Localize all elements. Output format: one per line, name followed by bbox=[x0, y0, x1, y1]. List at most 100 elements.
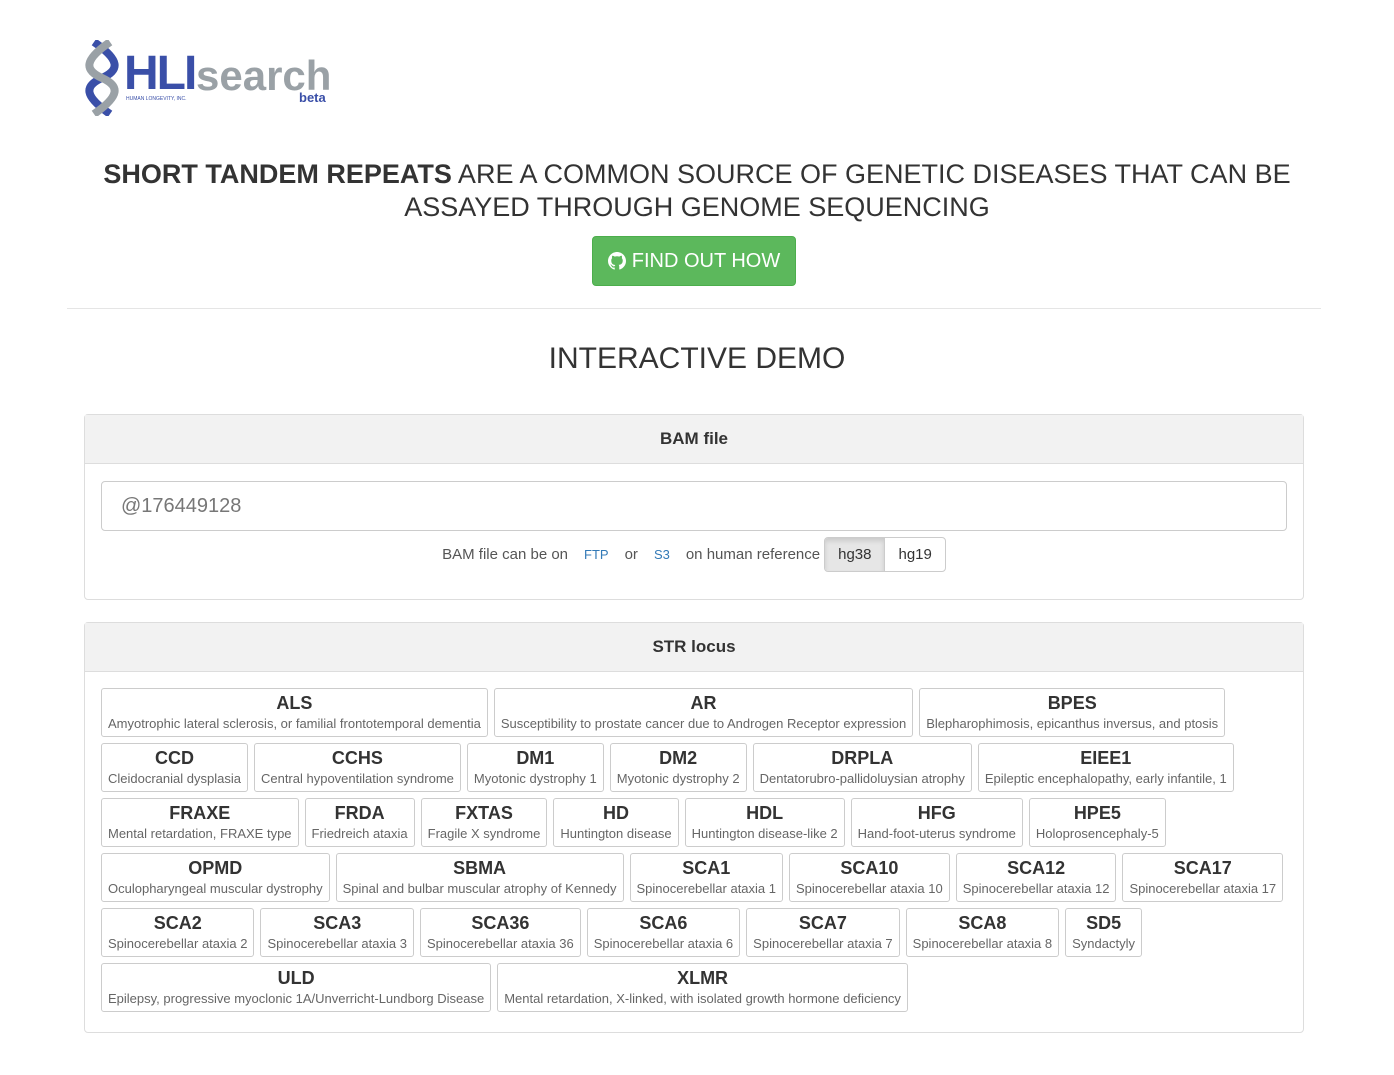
locus-button-sd5[interactable]: SD5 Syndactyly bbox=[1065, 908, 1143, 957]
bam-hint-suffix: on human reference bbox=[685, 546, 821, 563]
locus-description: Spinal and bulbar muscular atrophy of Ke… bbox=[342, 881, 617, 896]
locus-button-sbma[interactable]: SBMA Spinal and bulbar muscular atrophy o… bbox=[335, 853, 624, 902]
str-panel-title: STR locus bbox=[85, 623, 1303, 672]
interactive-demo-title: INTERACTIVE DEMO bbox=[548, 342, 846, 375]
locus-button-sca1[interactable]: SCA1 Spinocerebellar ataxia 1 bbox=[629, 853, 783, 902]
locus-name: DM1 bbox=[516, 748, 555, 768]
find-out-how-button[interactable]: FIND OUT HOW bbox=[592, 236, 796, 286]
locus-name: SBMA bbox=[453, 858, 507, 878]
locus-button-fxtas[interactable]: FXTAS Fragile X syndrome bbox=[420, 798, 548, 847]
locus-name: CCHS bbox=[331, 748, 383, 768]
locus-button-sca7[interactable]: SCA7 Spinocerebellar ataxia 7 bbox=[746, 908, 900, 957]
locus-button-dm2[interactable]: DM2 Myotonic dystrophy 2 bbox=[609, 743, 747, 792]
locus-button-bpes[interactable]: BPES Blepharophimosis, epicanthus inversu… bbox=[919, 688, 1226, 737]
locus-description: Epileptic encephalopathy, early infantil… bbox=[984, 771, 1227, 786]
locus-description: Dentatorubro-pallidoluysian atrophy bbox=[759, 771, 965, 786]
locus-button-dm1[interactable]: DM1 Myotonic dystrophy 1 bbox=[466, 743, 604, 792]
locus-name: SCA36 bbox=[471, 913, 530, 933]
locus-button-hfg[interactable]: HFG Hand-foot-uterus syndrome bbox=[850, 798, 1023, 847]
locus-button-fraxe[interactable]: FRAXE Mental retardation, FRAXE type bbox=[101, 798, 299, 847]
locus-button-frda[interactable]: FRDA Friedreich ataxia bbox=[304, 798, 415, 847]
locus-name: HDL bbox=[746, 803, 784, 823]
locus-description: Myotonic dystrophy 1 bbox=[473, 771, 597, 786]
locus-name: XLMR bbox=[677, 968, 729, 988]
reference-toggle: hg38 hg19 bbox=[824, 537, 946, 572]
locus-description: Blepharophimosis, epicanthus inversus, a… bbox=[926, 716, 1219, 731]
locus-button-sca12[interactable]: SCA12 Spinocerebellar ataxia 12 bbox=[955, 853, 1117, 902]
locus-button-hpe5[interactable]: HPE5 Holoprosencephaly-5 bbox=[1028, 798, 1166, 847]
locus-button-sca10[interactable]: SCA10 Spinocerebellar ataxia 10 bbox=[789, 853, 950, 902]
ref-hg38-button[interactable]: hg38 bbox=[825, 538, 886, 571]
locus-description: Epilepsy, progressive myoclonic 1A/Unver… bbox=[108, 991, 485, 1006]
locus-button-xlmr[interactable]: XLMR Mental retardation, X-linked, with i… bbox=[497, 963, 908, 1012]
locus-button-opmd[interactable]: OPMD Oculopharyngeal muscular dystrophy bbox=[101, 853, 330, 902]
headline: SHORT TANDEM REPEATS ARE A COMMON SOURCE… bbox=[100, 158, 1294, 224]
logo-text-main: HLI bbox=[124, 47, 197, 100]
locus-description: Mental retardation, X-linked, with isola… bbox=[504, 991, 901, 1006]
locus-name: SCA8 bbox=[958, 913, 1007, 933]
locus-name: HPE5 bbox=[1073, 803, 1121, 823]
locus-button-hd[interactable]: HD Huntington disease bbox=[553, 798, 679, 847]
locus-name: EIEE1 bbox=[1080, 748, 1132, 768]
locus-button-ar[interactable]: AR Susceptibility to prostate cancer due … bbox=[493, 688, 914, 737]
divider bbox=[67, 308, 1321, 309]
logo-beta-tag: beta bbox=[299, 90, 326, 105]
locus-button-sca6[interactable]: SCA6 Spinocerebellar ataxia 6 bbox=[586, 908, 741, 957]
locus-description: Amyotrophic lateral sclerosis, or famili… bbox=[108, 716, 481, 731]
locus-button-eiee1[interactable]: EIEE1 Epileptic encephalopathy, early inf… bbox=[977, 743, 1234, 792]
locus-button-sca2[interactable]: SCA2 Spinocerebellar ataxia 2 bbox=[101, 908, 255, 957]
locus-button-uld[interactable]: ULD Epilepsy, progressive myoclonic 1A/Un… bbox=[101, 963, 492, 1012]
ref-hg19-button[interactable]: hg19 bbox=[885, 538, 944, 571]
locus-description: Fragile X syndrome bbox=[427, 826, 541, 841]
locus-name: FXTAS bbox=[455, 803, 513, 823]
locus-button-ccd[interactable]: CCD Cleidocranial dysplasia bbox=[101, 743, 248, 792]
github-icon bbox=[607, 252, 626, 270]
locus-button-drpla[interactable]: DRPLA Dentatorubro-pallidoluysian atrophy bbox=[752, 743, 972, 792]
locus-description: Hand-foot-uterus syndrome bbox=[857, 826, 1016, 841]
locus-name: SCA3 bbox=[313, 913, 362, 933]
locus-button-cchs[interactable]: CCHS Central hypoventilation syndrome bbox=[253, 743, 461, 792]
locus-name: FRAXE bbox=[169, 803, 231, 823]
s3-link[interactable]: S3 bbox=[654, 547, 670, 562]
locus-button-hdl[interactable]: HDL Huntington disease-like 2 bbox=[684, 798, 845, 847]
locus-description: Spinocerebellar ataxia 17 bbox=[1129, 881, 1277, 896]
dna-helix-icon bbox=[85, 40, 119, 116]
locus-name: SCA1 bbox=[682, 858, 731, 878]
locus-name: HFG bbox=[917, 803, 956, 823]
locus-button-sca17[interactable]: SCA17 Spinocerebellar ataxia 17 bbox=[1122, 853, 1284, 902]
locus-description: Spinocerebellar ataxia 12 bbox=[962, 881, 1110, 896]
locus-button-sca8[interactable]: SCA8 Spinocerebellar ataxia 8 bbox=[905, 908, 1060, 957]
locus-name: SCA7 bbox=[798, 913, 847, 933]
locus-description: Mental retardation, FRAXE type bbox=[108, 826, 292, 841]
bam-hint-prefix: BAM file can be on bbox=[442, 546, 569, 563]
locus-name: OPMD bbox=[188, 858, 243, 878]
locus-name: DRPLA bbox=[831, 748, 894, 768]
locus-description: Myotonic dystrophy 2 bbox=[616, 771, 740, 786]
locus-button-sca36[interactable]: SCA36 Spinocerebellar ataxia 36 bbox=[419, 908, 581, 957]
locus-description: Spinocerebellar ataxia 10 bbox=[796, 881, 943, 896]
locus-button-als[interactable]: ALS Amyotrophic lateral sclerosis, or fam… bbox=[101, 688, 488, 737]
locus-button-sca3[interactable]: SCA3 Spinocerebellar ataxia 3 bbox=[260, 908, 414, 957]
ftp-link[interactable]: FTP bbox=[584, 547, 609, 562]
bam-file-input[interactable]: @176449128 bbox=[101, 481, 1287, 531]
bam-file-panel: BAM file @176449128 BAM file can be on F… bbox=[84, 414, 1304, 600]
locus-description: Huntington disease-like 2 bbox=[691, 826, 838, 841]
locus-description: Spinocerebellar ataxia 3 bbox=[267, 936, 407, 951]
locus-name: ULD bbox=[277, 968, 315, 988]
locus-name: SCA10 bbox=[840, 858, 899, 878]
bam-panel-title: BAM file bbox=[85, 415, 1303, 464]
locus-description: Susceptibility to prostate cancer due to… bbox=[500, 716, 907, 731]
locus-description: Cleidocranial dysplasia bbox=[108, 771, 241, 786]
locus-name: SCA2 bbox=[153, 913, 202, 933]
locus-name: SD5 bbox=[1086, 913, 1122, 933]
locus-name: FRDA bbox=[334, 803, 385, 823]
locus-name: BPES bbox=[1047, 693, 1097, 713]
locus-name: DM2 bbox=[659, 748, 698, 768]
locus-name: SCA12 bbox=[1007, 858, 1066, 878]
locus-description: Friedreich ataxia bbox=[311, 826, 408, 841]
locus-description: Spinocerebellar ataxia 2 bbox=[108, 936, 248, 951]
locus-name: SCA17 bbox=[1173, 858, 1232, 878]
find-out-how-label: FIND OUT HOW bbox=[631, 249, 781, 272]
locus-description: Spinocerebellar ataxia 1 bbox=[636, 881, 776, 896]
hlisearch-logo[interactable]: HLI search HUMAN LONGEVITY, INC. beta bbox=[84, 38, 344, 118]
